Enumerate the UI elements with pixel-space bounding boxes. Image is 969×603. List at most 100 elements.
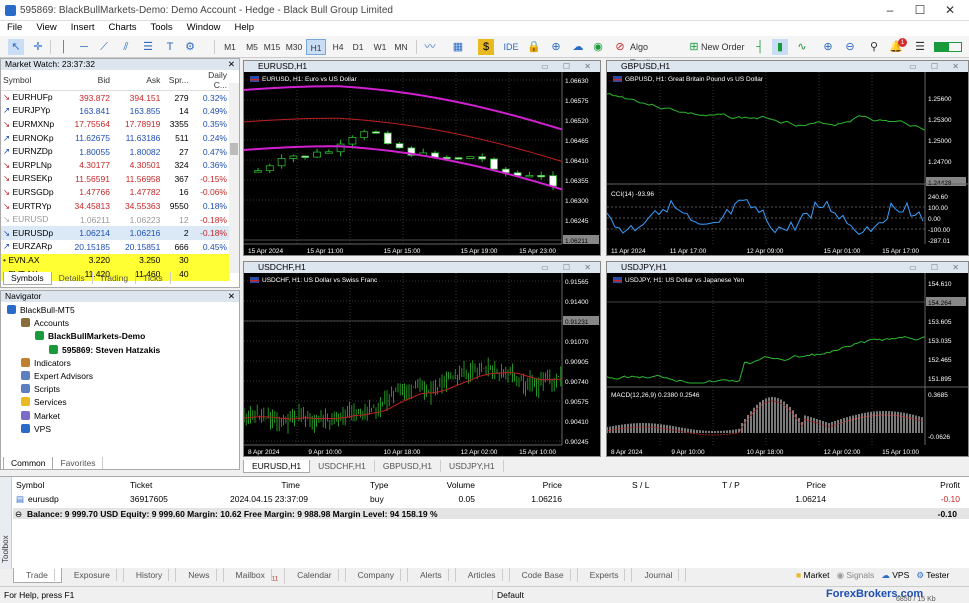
- column-header[interactable]: Symbol: [1, 70, 62, 91]
- toolbox-tab[interactable]: Calendar: [285, 568, 346, 582]
- new-order-button[interactable]: New Order: [701, 39, 745, 55]
- tab-trading[interactable]: Trading: [93, 272, 137, 284]
- zoom-out-icon[interactable]: ⊖: [842, 39, 858, 55]
- fibonacci-icon[interactable]: ☰: [140, 39, 156, 55]
- table-row[interactable]: ↗ EURZARp 20.15185 20.15851 666 0.45%: [1, 240, 229, 254]
- timeframe-w1[interactable]: W1: [370, 39, 390, 55]
- toolbox-sidebar[interactable]: Toolbox: [0, 477, 12, 569]
- table-row[interactable]: ↘ EURUSD 1.06211 1.06223 12 -0.18%: [1, 213, 229, 227]
- column-header[interactable]: Bid: [61, 70, 112, 91]
- column-header[interactable]: Time: [230, 480, 300, 490]
- chart-window-eurusd[interactable]: EURUSD,H1 ▭ ☐ ✕ 1.06630 1.06575 1.06520 1.06…: [243, 60, 601, 256]
- table-row[interactable]: ↘ EURSEKp 11.56591 11.56958 367 -0.15%: [1, 172, 229, 186]
- cloud-icon[interactable]: ☁: [570, 39, 586, 55]
- chart-gbpusd[interactable]: 1.256001.253001.250001.247001.24428GBPUS…: [607, 72, 968, 256]
- vertical-line-icon[interactable]: │: [56, 39, 72, 55]
- column-header[interactable]: Ask: [111, 70, 163, 91]
- chart-tab-eurusd[interactable]: EURUSD,H1: [243, 460, 311, 473]
- crosshair-icon[interactable]: ✛: [30, 39, 46, 55]
- trade-time-cell[interactable]: 2024.04.15 23:37:09: [230, 494, 308, 504]
- horizontal-line-icon[interactable]: ─: [76, 39, 92, 55]
- candlestick-icon[interactable]: ▮: [772, 39, 788, 55]
- trade-ticket-cell[interactable]: 36917605: [130, 494, 168, 504]
- timeframe-d1[interactable]: D1: [348, 39, 368, 55]
- column-header[interactable]: Profit: [890, 480, 960, 490]
- column-header[interactable]: Volume: [405, 480, 475, 490]
- shapes-icon[interactable]: ⚙: [182, 39, 198, 55]
- toolbox-tab[interactable]: Code Base: [510, 568, 578, 582]
- chart-type-icon[interactable]: 〰: [422, 39, 438, 55]
- window-buttons[interactable]: ▭ ☐ ✕: [909, 61, 965, 72]
- toolbox-tab[interactable]: Mailbox 11: [224, 568, 286, 584]
- dollar-icon[interactable]: $: [478, 39, 494, 55]
- zoom-in-icon[interactable]: ⊕: [820, 39, 836, 55]
- navigator-item[interactable]: VPS: [21, 423, 51, 434]
- tab-symbols[interactable]: Symbols: [3, 272, 52, 285]
- table-row[interactable]: ↗ EURNZDp 1.80055 1.80082 27 0.47%: [1, 145, 229, 159]
- chart-window-usdjpy[interactable]: USDJPY,H1 ▭ ☐ ✕ 154.610 154.264 153.605 153.…: [606, 261, 969, 457]
- menu-window[interactable]: Window: [180, 21, 228, 34]
- menu-help[interactable]: Help: [227, 21, 261, 34]
- column-header[interactable]: Type: [370, 480, 388, 490]
- vps-icon[interactable]: ◉: [590, 39, 606, 55]
- algo-trading-button[interactable]: Algo Trading: [630, 39, 680, 68]
- navigator-item[interactable]: Accounts: [21, 318, 69, 328]
- profile-icon[interactable]: ☰: [912, 39, 928, 55]
- chart-window-usdchf[interactable]: USDCHF,H1 ▭ ☐ ✕ 0.91565 0.91400 0.91231 0.91…: [243, 261, 601, 457]
- close-icon[interactable]: ✕: [228, 59, 235, 70]
- menu-file[interactable]: File: [0, 21, 29, 34]
- table-row[interactable]: • EVN.AX 3.220 3.250 30: [1, 253, 229, 268]
- trade-type-cell[interactable]: buy: [370, 494, 384, 504]
- toolbox-tab[interactable]: Exposure: [62, 568, 124, 582]
- chart-tab-usdchf[interactable]: USDCHF,H1: [310, 460, 375, 472]
- tab-details[interactable]: Details: [52, 272, 93, 284]
- signals-link[interactable]: Signals: [846, 570, 874, 580]
- trade-volume-cell[interactable]: 0.05: [405, 494, 475, 504]
- table-row[interactable]: ↘ EURHUFp 393.872 394.151 279 0.32%: [1, 91, 229, 105]
- minus-icon[interactable]: ⊖: [15, 509, 22, 520]
- window-buttons[interactable]: ▭ ☐ ✕: [541, 262, 597, 273]
- navigator-item[interactable]: BlackBullMarkets-Demo: [35, 331, 145, 341]
- lock-icon[interactable]: 🔒: [526, 39, 542, 55]
- chart-eurusd[interactable]: 1.06630 1.06575 1.06520 1.06465 1.06410 1.063…: [244, 72, 600, 256]
- vps-link[interactable]: VPS: [892, 570, 909, 580]
- algo-trading-icon[interactable]: ⊘: [612, 39, 628, 55]
- tab-common[interactable]: Common: [3, 457, 54, 470]
- chart-tab-gbpusd[interactable]: GBPUSD,H1: [375, 460, 441, 472]
- channel-icon[interactable]: ⫽: [118, 39, 134, 55]
- scrollbar[interactable]: [229, 83, 239, 273]
- toolbox-tab[interactable]: Articles: [456, 568, 510, 582]
- maximize-button[interactable]: ☐: [910, 3, 930, 17]
- table-row[interactable]: ↘ EURUSDp 1.06214 1.06216 2 -0.18%: [1, 226, 229, 241]
- trade-cur-cell[interactable]: 1.06214: [756, 494, 826, 504]
- navigator-item[interactable]: Expert Advisors: [21, 371, 93, 381]
- timeframe-m15[interactable]: M15: [262, 39, 282, 55]
- column-header[interactable]: Symbol: [16, 480, 44, 490]
- trade-price-cell[interactable]: 1.06216: [492, 494, 562, 504]
- trade-profit-cell[interactable]: -0.10: [890, 494, 960, 504]
- window-buttons[interactable]: ▭ ☐ ✕: [541, 61, 597, 72]
- navigator-item[interactable]: Market: [21, 410, 60, 421]
- toolbox-tab[interactable]: History: [124, 568, 177, 582]
- toolbox-tab[interactable]: Journal: [632, 568, 687, 582]
- timeframe-mn[interactable]: MN: [391, 39, 411, 55]
- table-row[interactable]: ↘ EURTRYp 34.45813 34.55363 9550 0.18%: [1, 199, 229, 213]
- chart-usdchf[interactable]: 0.91565 0.91400 0.91231 0.91070 0.90905 0.907…: [244, 273, 600, 457]
- column-header[interactable]: Ticket: [130, 480, 152, 490]
- timeframe-m5[interactable]: M5: [242, 39, 262, 55]
- table-row[interactable]: ↘ EURPLNp 4.30177 4.30501 324 0.36%: [1, 158, 229, 172]
- template-icon[interactable]: ▦: [450, 39, 466, 55]
- toolbox-tab[interactable]: News: [176, 568, 224, 582]
- toolbox-tab[interactable]: Alerts: [408, 568, 456, 582]
- column-header[interactable]: Spr...: [162, 70, 191, 91]
- market-link[interactable]: Market: [804, 570, 830, 580]
- timeframe-m30[interactable]: M30: [284, 39, 304, 55]
- minimize-button[interactable]: –: [880, 3, 900, 17]
- toolbox-tab[interactable]: Experts: [578, 568, 633, 582]
- navigator-item[interactable]: Indicators: [21, 357, 71, 368]
- table-row[interactable]: ↘ EURSGDp 1.47766 1.47782 16 -0.06%: [1, 186, 229, 200]
- text-icon[interactable]: T: [162, 39, 178, 55]
- column-header[interactable]: S / L: [632, 480, 649, 490]
- navigator-item[interactable]: Scripts: [21, 384, 60, 394]
- timeframe-m1[interactable]: M1: [220, 39, 240, 55]
